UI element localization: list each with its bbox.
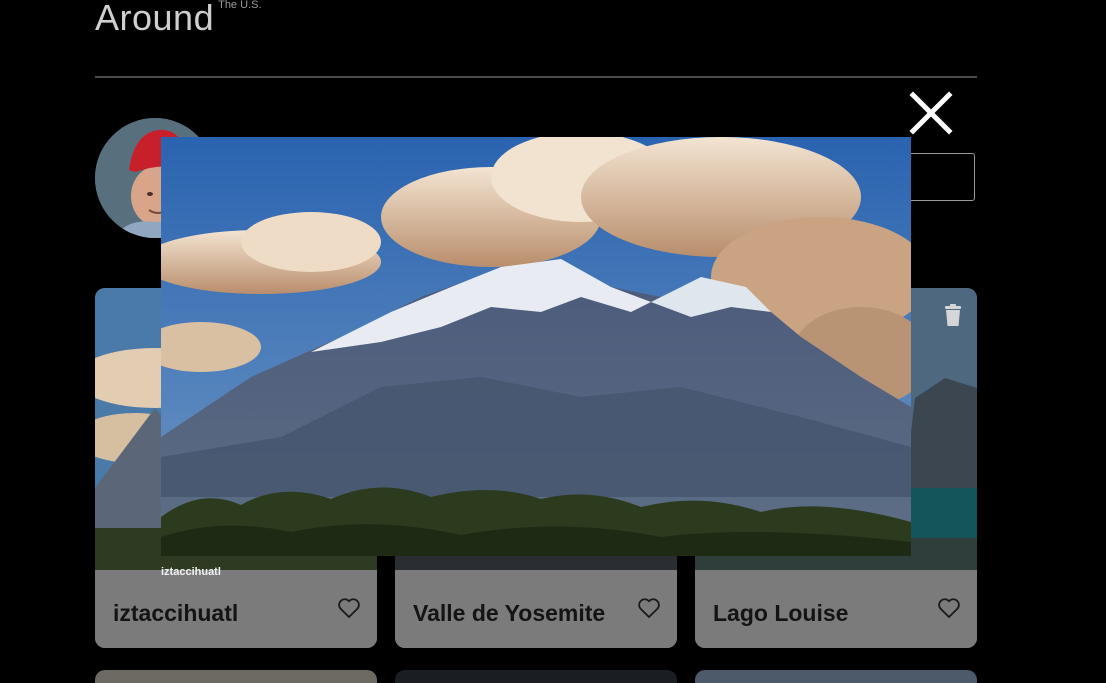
close-icon[interactable] — [908, 90, 954, 136]
image-popup: iztaccihuatl — [0, 0, 1106, 683]
popup-image — [161, 137, 911, 556]
page: Around The U.S. iztaccihuatl Valle de Yo… — [0, 0, 1106, 683]
popup-caption: iztaccihuatl — [161, 566, 221, 578]
